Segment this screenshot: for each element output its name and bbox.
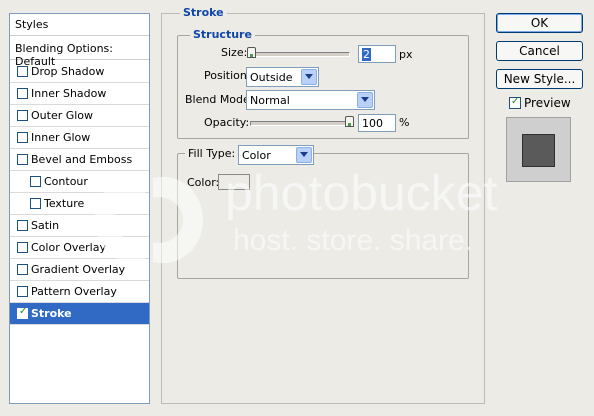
bevel-emboss-label: Bevel and Emboss [31,153,133,166]
inner-shadow-label: Inner Shadow [31,87,107,100]
position-dropdown[interactable]: Outside [246,67,319,87]
blend-mode-dropdown[interactable]: Normal [246,90,375,110]
opacity-slider-track[interactable] [250,121,354,126]
new-style-button[interactable]: New Style... [496,69,583,89]
satin-label: Satin [31,219,60,232]
styles-header[interactable]: Styles [10,14,149,36]
size-slider-thumb[interactable] [247,47,256,58]
style-item-texture[interactable]: Texture [10,193,149,215]
opacity-input[interactable]: 100 [358,114,396,132]
opacity-slider-thumb[interactable] [345,116,354,127]
gradient-overlay-checkbox[interactable] [17,264,28,275]
inner-shadow-checkbox[interactable] [17,88,28,99]
new-style-label: New Style... [503,72,576,86]
style-item-bevel-emboss[interactable]: Bevel and Emboss [10,149,149,171]
chevron-down-icon[interactable] [357,92,373,108]
stroke-label: Stroke [31,307,72,320]
style-item-stroke[interactable]: ✓ Stroke [10,303,149,325]
opacity-unit: % [399,116,410,129]
color-swatch[interactable] [218,174,250,190]
cancel-button[interactable]: Cancel [496,41,583,61]
outer-glow-label: Outer Glow [31,109,94,122]
stroke-section-title: Stroke [180,6,227,19]
chevron-down-icon[interactable] [301,69,317,85]
fill-type-group [177,153,469,279]
style-item-outer-glow[interactable]: Outer Glow [10,105,149,127]
size-input[interactable]: 2 [358,45,396,63]
size-label: Size: [221,46,248,59]
drop-shadow-checkbox[interactable] [17,66,28,77]
style-item-pattern-overlay[interactable]: Pattern Overlay [10,281,149,303]
styles-list-panel: Styles Blending Options: Default Drop Sh… [9,13,150,404]
blend-mode-label: Blend Mode: [185,93,254,106]
texture-label: Texture [44,197,85,210]
contour-checkbox[interactable] [30,176,41,187]
fill-type-dropdown[interactable]: Color [238,145,314,165]
style-preview-thumbnail [506,117,571,182]
size-slider-track[interactable] [250,52,350,57]
inner-glow-checkbox[interactable] [17,132,28,143]
style-item-drop-shadow[interactable]: Drop Shadow [10,61,149,83]
blending-options-item[interactable]: Blending Options: Default [10,38,149,68]
structure-title: Structure [190,28,255,41]
bevel-emboss-checkbox[interactable] [17,154,28,165]
pattern-overlay-checkbox[interactable] [17,286,28,297]
size-value: 2 [362,48,371,61]
fill-type-label: Fill Type: [185,147,239,160]
satin-checkbox[interactable] [17,220,28,231]
checkmark-icon: ✓ [511,96,520,107]
stroke-checkbox[interactable]: ✓ [17,306,28,319]
preview-square [522,134,555,167]
style-item-inner-glow[interactable]: Inner Glow [10,127,149,149]
texture-checkbox[interactable] [30,198,41,209]
size-unit: px [399,48,413,61]
preview-checkbox[interactable]: ✓ [509,96,521,109]
inner-glow-label: Inner Glow [31,131,91,144]
gradient-overlay-label: Gradient Overlay [31,263,126,276]
style-item-inner-shadow[interactable]: Inner Shadow [10,83,149,105]
blend-mode-value: Normal [250,94,290,107]
styles-header-label: Styles [15,18,49,31]
color-overlay-label: Color Overlay [31,241,106,254]
chevron-down-icon[interactable] [296,147,312,163]
ok-label: OK [530,16,549,30]
ok-button[interactable]: OK [496,13,583,33]
style-item-gradient-overlay[interactable]: Gradient Overlay [10,259,149,281]
style-item-contour[interactable]: Contour [10,171,149,193]
position-label: Position: [204,69,251,82]
outer-glow-checkbox[interactable] [17,110,28,121]
style-item-color-overlay[interactable]: Color Overlay [10,237,149,259]
contour-label: Contour [44,175,88,188]
checkmark-icon: ✓ [19,306,28,317]
color-label: Color: [187,176,220,189]
position-value: Outside [250,71,293,84]
color-overlay-checkbox[interactable] [17,242,28,253]
fill-type-value: Color [242,149,271,162]
style-item-satin[interactable]: Satin [10,215,149,237]
pattern-overlay-label: Pattern Overlay [31,285,117,298]
preview-label: Preview [524,96,571,110]
opacity-label: Opacity: [204,116,250,129]
drop-shadow-label: Drop Shadow [31,65,105,78]
opacity-value: 100 [362,117,383,130]
cancel-label: Cancel [519,44,560,58]
